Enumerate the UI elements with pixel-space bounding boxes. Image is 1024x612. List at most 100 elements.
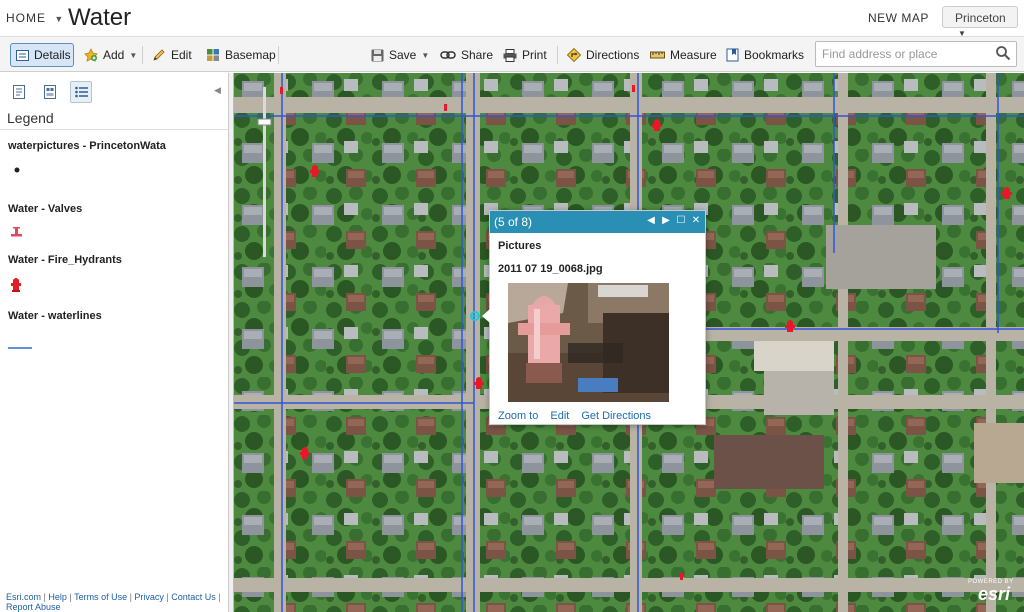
layer-name: waterpictures - PrincetonWata <box>8 140 166 152</box>
toolbar-divider <box>278 46 279 64</box>
bookmarks-button[interactable]: Bookmarks <box>726 43 804 67</box>
zoom-to-link[interactable]: Zoom to <box>498 410 538 422</box>
legend-layer-waterpictures: waterpictures - PrincetonWata <box>8 140 166 176</box>
layer-name: Water - Fire_Hydrants <box>8 254 122 266</box>
home-label: HOME <box>6 11 46 25</box>
account-label: Princeton <box>955 11 1006 25</box>
pencil-icon <box>153 49 165 61</box>
layer-symbol <box>8 164 166 176</box>
popup-counter: (5 of 8) <box>494 215 533 229</box>
share-link-icon <box>440 51 456 59</box>
content-icon <box>44 85 56 99</box>
esri-logo[interactable]: POWERED BY esri <box>968 579 1022 609</box>
edit-link[interactable]: Edit <box>550 410 569 422</box>
details-panel: ◀ Legend waterpictures - PrincetonWata W… <box>0 73 229 612</box>
popup-action-links: Zoom to Edit Get Directions <box>498 410 651 422</box>
esri-brand-text: esri <box>978 584 1011 604</box>
basemap-icon <box>207 49 219 61</box>
search-icon[interactable] <box>995 45 1011 61</box>
popup-controls: ◀ ▶ ☐ ✕ <box>646 215 701 227</box>
layer-symbol <box>8 227 82 239</box>
measure-label: Measure <box>670 48 717 62</box>
legend-layer-fire-hydrants: Water - Fire_Hydrants <box>8 254 122 292</box>
bookmark-icon <box>726 48 739 62</box>
details-icon <box>16 49 29 61</box>
details-label: Details <box>34 48 71 62</box>
search-input[interactable] <box>815 41 1017 67</box>
tab-legend[interactable] <box>70 81 92 103</box>
footer-link[interactable]: Privacy <box>134 592 164 602</box>
chevron-down-icon: ▼ <box>54 14 65 24</box>
divider <box>0 129 228 130</box>
popup-header: (5 of 8) ◀ ▶ ☐ ✕ <box>490 211 705 233</box>
popup-layer-title: Pictures <box>498 240 542 252</box>
close-icon[interactable]: ✕ <box>691 215 701 227</box>
app-window: HOME ▼ Water NEW MAP Princeton ▼ Details… <box>0 0 1024 612</box>
basemap-label: Basemap <box>225 48 276 62</box>
edit-button[interactable]: Edit <box>152 43 192 67</box>
legend-icon <box>74 86 88 98</box>
tab-content[interactable] <box>39 81 61 103</box>
point-dot-icon <box>14 167 20 173</box>
account-menu[interactable]: Princeton ▼ <box>942 6 1018 38</box>
printer-icon <box>503 48 517 62</box>
details-button[interactable]: Details <box>10 43 74 67</box>
chevron-down-icon: ▼ <box>421 50 430 60</box>
print-button[interactable]: Print <box>503 43 547 67</box>
fire-hydrant-icon <box>11 278 21 292</box>
layer-name: Water - Valves <box>8 203 83 215</box>
directions-button[interactable]: Directions <box>567 43 639 67</box>
ruler-icon <box>650 51 665 59</box>
legend-layer-waterlines: Water - waterlines <box>8 310 102 354</box>
identify-popup: (5 of 8) ◀ ▶ ☐ ✕ Pictures 2011 07 19_006… <box>482 210 706 425</box>
share-label: Share <box>461 48 494 62</box>
toolbar-divider <box>142 46 143 64</box>
add-label: Add <box>103 48 125 62</box>
popup-filename: 2011 07 19_0068.jpg <box>498 263 603 275</box>
legend-title: Legend <box>7 110 54 126</box>
next-icon[interactable]: ▶ <box>661 215 671 227</box>
footer-link[interactable]: Help <box>48 592 67 602</box>
footer-link[interactable]: Contact Us <box>171 592 216 602</box>
footer-link[interactable]: Terms of Use <box>74 592 127 602</box>
save-button[interactable]: Save ▼ <box>371 43 429 67</box>
previous-icon[interactable]: ◀ <box>646 215 656 227</box>
layer-symbol <box>8 276 122 292</box>
basemap-button[interactable]: Basemap <box>206 43 276 67</box>
map-view[interactable]: (5 of 8) ◀ ▶ ☐ ✕ Pictures 2011 07 19_006… <box>234 73 1024 612</box>
panel-tabs <box>8 81 92 103</box>
map-title: Water <box>68 4 132 31</box>
chevron-down-icon: ▼ <box>129 50 138 60</box>
add-icon <box>84 48 98 62</box>
bookmarks-label: Bookmarks <box>744 48 805 62</box>
popup-pointer <box>482 309 490 323</box>
hydrant-photo[interactable] <box>508 283 669 402</box>
new-map-link[interactable]: NEW MAP <box>868 11 929 25</box>
tab-about[interactable] <box>8 81 30 103</box>
maximize-icon[interactable]: ☐ <box>676 215 686 227</box>
footer-links: Esri.com | Help | Terms of Use | Privacy… <box>6 592 221 612</box>
print-label: Print <box>522 48 547 62</box>
edit-label: Edit <box>171 48 192 62</box>
toolbar-divider <box>557 46 558 64</box>
share-button[interactable]: Share <box>440 43 493 67</box>
about-icon <box>13 85 25 99</box>
get-directions-link[interactable]: Get Directions <box>581 410 651 422</box>
home-menu[interactable]: HOME ▼ <box>6 11 64 25</box>
footer-link[interactable]: Report Abuse <box>6 602 61 612</box>
directions-icon <box>567 48 581 62</box>
layer-name: Water - waterlines <box>8 310 102 322</box>
collapse-panel-icon[interactable]: ◀ <box>214 85 221 96</box>
legend-layer-valves: Water - Valves <box>8 203 82 239</box>
add-button[interactable]: Add ▼ <box>84 43 137 67</box>
app-header: HOME ▼ Water NEW MAP Princeton ▼ <box>0 0 1024 38</box>
map-toolbar: Details Add ▼ Edit Basemap Save ▼ Share <box>0 37 1024 72</box>
save-icon <box>371 49 384 61</box>
measure-button[interactable]: Measure <box>650 43 717 67</box>
waterline-icon <box>8 347 32 349</box>
valve-icon <box>11 227 22 237</box>
footer-link[interactable]: Esri.com <box>6 592 41 602</box>
directions-label: Directions <box>586 48 640 62</box>
save-label: Save <box>389 48 417 62</box>
layer-symbol <box>8 342 102 354</box>
